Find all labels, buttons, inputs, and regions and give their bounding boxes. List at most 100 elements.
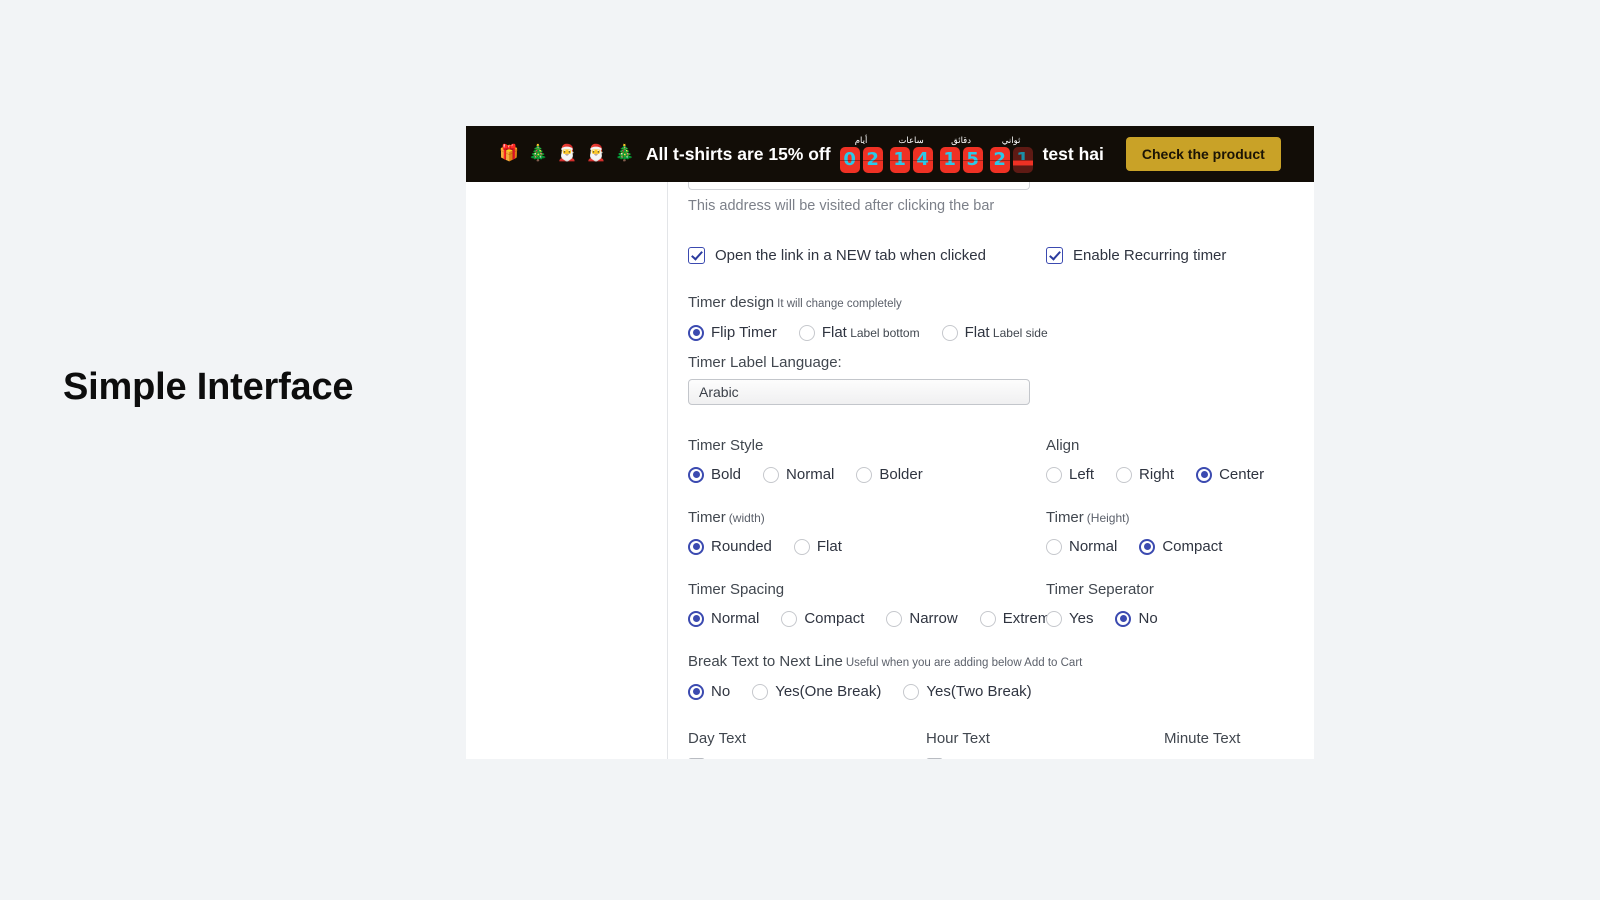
announcement-bar[interactable]: 🎁 🎄 🎅 🎅 🎄 All t-shirts are 15% off أيام 0 2 ساع… bbox=[466, 126, 1314, 182]
radio-unselected-icon[interactable] bbox=[1046, 538, 1062, 555]
timer-width-label: Timer (width) bbox=[688, 509, 1046, 527]
radio-option[interactable]: Compact bbox=[781, 610, 864, 627]
checkbox-icon[interactable] bbox=[688, 758, 705, 759]
radio-selected-icon[interactable] bbox=[688, 538, 704, 555]
radio-option[interactable]: No bbox=[688, 683, 730, 700]
radio-selected-icon[interactable] bbox=[1115, 610, 1132, 627]
timer-style-group: Timer Style Bold Normal Bolder bbox=[688, 437, 1046, 483]
settings-body: This address will be visited after click… bbox=[466, 182, 1314, 759]
timer-digit: 2 bbox=[989, 146, 1010, 173]
radio-unselected-icon[interactable] bbox=[903, 683, 920, 700]
radio-unselected-icon[interactable] bbox=[941, 324, 958, 341]
radio-selected-icon[interactable] bbox=[1139, 538, 1156, 555]
radio-option[interactable]: Flat bbox=[793, 538, 842, 555]
timer-seperator-radios: Yes No bbox=[1046, 610, 1292, 627]
radio-option-label: Yes bbox=[1069, 610, 1094, 627]
radio-option-label: Rounded bbox=[711, 538, 772, 555]
timer-height-hint: (Height) bbox=[1086, 511, 1130, 525]
radio-unselected-icon[interactable] bbox=[798, 324, 815, 341]
align-group: Align Left Right Center bbox=[1046, 437, 1292, 483]
radio-option[interactable]: Flat Label bottom bbox=[798, 324, 920, 341]
flip-countdown-timer: أيام 0 2 ساعات 1 4 دقائق 1 5 ثواني 2 1 bbox=[839, 134, 1033, 173]
radio-option[interactable]: No bbox=[1115, 610, 1158, 627]
break-text-hint: Useful when you are adding below Add to … bbox=[845, 657, 1083, 669]
radio-unselected-icon[interactable] bbox=[1046, 610, 1062, 627]
minute-text-label: Minute Text bbox=[1164, 730, 1241, 747]
timer-digit: 5 bbox=[962, 146, 983, 173]
enable-recurring-timer-checkbox[interactable]: Enable Recurring timer bbox=[1046, 247, 1292, 264]
radio-option-label: Right bbox=[1139, 466, 1175, 483]
radio-unselected-icon[interactable] bbox=[763, 466, 780, 483]
checkbox-icon[interactable] bbox=[688, 247, 705, 264]
radio-option[interactable]: Yes bbox=[1046, 610, 1093, 627]
radio-selected-icon[interactable] bbox=[688, 324, 704, 341]
break-text-group: Break Text to Next Line Useful when you a… bbox=[688, 653, 1292, 700]
radio-option-label: Center bbox=[1219, 466, 1265, 483]
radio-option-label: Compact bbox=[804, 610, 865, 627]
left-rail bbox=[466, 182, 668, 759]
day-text-label: Day Text bbox=[688, 730, 747, 747]
timer-digit: 1 bbox=[889, 146, 910, 173]
timer-label-language-select[interactable]: Arabic bbox=[688, 379, 1030, 405]
timer-spacing-group: Timer Spacing Normal Compact Narrow Extreme bbox=[688, 581, 1059, 627]
check-the-product-button[interactable]: Check the product bbox=[1125, 137, 1281, 171]
santa-emoji: 🎅 bbox=[557, 145, 577, 162]
timer-unit-label: دقائق bbox=[951, 134, 972, 145]
radio-option[interactable]: Normal bbox=[763, 466, 834, 483]
radio-option-label: Normal bbox=[1069, 538, 1118, 555]
radio-option[interactable]: Bold bbox=[688, 466, 741, 483]
radio-option-label: Normal bbox=[711, 610, 760, 627]
radio-option-label: Narrow bbox=[909, 610, 958, 627]
timer-width-hint: (width) bbox=[728, 511, 765, 525]
radio-unselected-icon[interactable] bbox=[979, 610, 996, 627]
hour-text-checkbox-cell bbox=[926, 758, 1164, 759]
radio-selected-icon[interactable] bbox=[688, 610, 704, 627]
text-labels-row: Day Text Hour Text Minute Text bbox=[688, 730, 1292, 747]
radio-option[interactable]: Bolder bbox=[856, 466, 923, 483]
timer-digit: 0 bbox=[839, 146, 860, 173]
radio-option[interactable]: Normal bbox=[1046, 538, 1117, 555]
checkbox-icon[interactable] bbox=[926, 758, 943, 759]
radio-option[interactable]: Center bbox=[1196, 466, 1264, 483]
app-window: 🎁 🎄 🎅 🎅 🎄 All t-shirts are 15% off أيام 0 2 ساع… bbox=[466, 126, 1314, 759]
radio-option[interactable]: Yes(Two Break) bbox=[903, 683, 1032, 700]
radio-unselected-icon[interactable] bbox=[793, 538, 810, 555]
radio-option[interactable]: Normal bbox=[688, 610, 759, 627]
radio-unselected-icon[interactable] bbox=[752, 683, 769, 700]
radio-selected-icon[interactable] bbox=[688, 683, 704, 700]
break-text-label: Break Text to Next Line Useful when you a… bbox=[688, 653, 1292, 672]
timer-height-group: Timer (Height) Normal Compact bbox=[1046, 509, 1292, 555]
day-text-checkbox-cell bbox=[688, 758, 926, 759]
checkbox-icon[interactable] bbox=[1046, 247, 1063, 264]
timer-width-title: Timer bbox=[688, 509, 726, 526]
radio-unselected-icon[interactable] bbox=[1046, 466, 1062, 483]
radio-option[interactable]: Flip Timer bbox=[688, 324, 777, 341]
timer-height-label: Timer (Height) bbox=[1046, 509, 1292, 527]
open-in-new-tab-checkbox[interactable]: Open the link in a NEW tab when clicked bbox=[688, 247, 1046, 264]
radio-option-label: Yes(One Break) bbox=[775, 683, 882, 700]
timer-unit-minutes: دقائق 1 5 bbox=[939, 134, 983, 173]
break-text-title: Break Text to Next Line bbox=[688, 653, 843, 670]
radio-option[interactable]: Right bbox=[1116, 466, 1174, 483]
timer-digit: 1 bbox=[939, 146, 960, 173]
radio-option-label: Compact bbox=[1162, 538, 1223, 555]
link-url-input[interactable] bbox=[688, 182, 1030, 190]
radio-option[interactable]: Compact bbox=[1139, 538, 1222, 555]
radio-option[interactable]: Yes(One Break) bbox=[752, 683, 881, 700]
radio-selected-icon[interactable] bbox=[688, 466, 704, 483]
radio-unselected-icon[interactable] bbox=[1116, 466, 1133, 483]
radio-unselected-icon[interactable] bbox=[886, 610, 903, 627]
radio-unselected-icon[interactable] bbox=[856, 466, 873, 483]
radio-option[interactable]: Flat Label side bbox=[941, 324, 1048, 341]
radio-option[interactable]: Rounded bbox=[688, 538, 772, 555]
timer-digit-flap bbox=[1012, 159, 1033, 165]
timer-width-radios: Rounded Flat bbox=[688, 538, 1046, 555]
radio-option[interactable]: Narrow bbox=[886, 610, 958, 627]
timer-digit: 2 bbox=[862, 146, 883, 173]
timer-design-radios: Flip Timer Flat Label bottom Flat Label si… bbox=[688, 324, 1292, 341]
timer-width-group: Timer (width) Rounded Flat bbox=[688, 509, 1046, 555]
radio-unselected-icon[interactable] bbox=[781, 610, 798, 627]
timer-design-hint: It will change completely bbox=[777, 298, 902, 310]
radio-selected-icon[interactable] bbox=[1196, 466, 1213, 483]
radio-option[interactable]: Left bbox=[1046, 466, 1094, 483]
